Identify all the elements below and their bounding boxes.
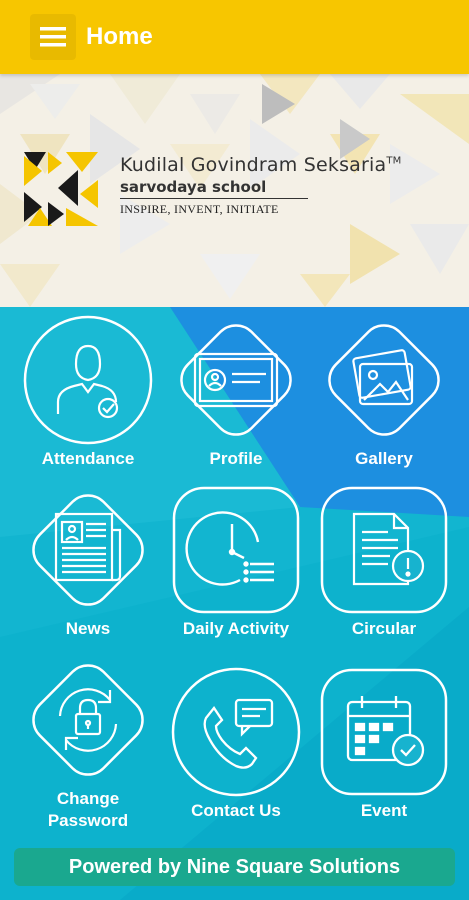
school-subtitle: sarvodaya school bbox=[120, 178, 308, 199]
calendar-check-icon bbox=[346, 696, 425, 767]
tile-circular[interactable] bbox=[318, 484, 450, 616]
tile-news-label: News bbox=[65, 619, 111, 638]
school-logo-text: Kudilal Govindram SeksariaTM sarvodaya s… bbox=[120, 154, 401, 217]
hamburger-menu-icon bbox=[40, 27, 66, 47]
tile-change-password-frame bbox=[32, 664, 144, 776]
tile-change-password-label: Change Password bbox=[13, 788, 163, 832]
tile-daily-activity[interactable] bbox=[170, 484, 302, 616]
user-check-icon bbox=[56, 344, 119, 419]
school-name-text: Kudilal Govindram Seksaria bbox=[120, 154, 387, 176]
tile-change-password-label-line1: Change bbox=[56, 789, 120, 808]
tile-contact-us-frame bbox=[171, 667, 301, 797]
newspaper-icon bbox=[54, 512, 122, 582]
tile-event-frame bbox=[320, 668, 448, 796]
clock-list-icon bbox=[185, 511, 274, 586]
menu-button[interactable] bbox=[30, 14, 76, 60]
tile-change-password-label-line2: Password bbox=[47, 811, 129, 830]
trademark: TM bbox=[386, 155, 402, 167]
tile-contact-us[interactable] bbox=[170, 666, 302, 798]
tile-daily-activity-frame bbox=[172, 486, 300, 614]
school-tagline: INSPIRE, INVENT, INITIATE bbox=[120, 202, 279, 216]
school-banner: Kudilal Govindram SeksariaTM sarvodaya s… bbox=[0, 74, 469, 307]
app-bar: Home bbox=[0, 0, 469, 74]
tile-attendance[interactable] bbox=[22, 314, 154, 446]
tile-attendance-frame bbox=[23, 315, 153, 445]
tile-daily-activity-label: Daily Activity bbox=[182, 619, 290, 638]
tile-event[interactable] bbox=[318, 666, 450, 798]
tile-contact-us-label: Contact Us bbox=[191, 801, 281, 820]
id-card-icon bbox=[193, 352, 279, 408]
phone-chat-icon bbox=[203, 698, 274, 769]
page-title: Home bbox=[86, 23, 153, 50]
photos-icon bbox=[352, 349, 414, 406]
tile-gallery[interactable] bbox=[318, 314, 450, 446]
document-alert-icon bbox=[352, 512, 425, 586]
tile-gallery-label: Gallery bbox=[355, 449, 413, 468]
school-name: Kudilal Govindram SeksariaTM bbox=[120, 154, 401, 176]
tile-event-label: Event bbox=[360, 801, 408, 820]
tile-profile-frame bbox=[180, 324, 292, 436]
school-logo-icon bbox=[24, 152, 98, 226]
tile-circular-frame bbox=[320, 486, 448, 614]
tile-news-frame bbox=[32, 494, 144, 606]
tile-news[interactable] bbox=[22, 484, 154, 616]
lock-refresh-icon bbox=[58, 688, 118, 752]
tile-circular-label: Circular bbox=[351, 619, 417, 638]
school-logo-row: Kudilal Govindram SeksariaTM sarvodaya s… bbox=[22, 150, 401, 228]
tile-change-password[interactable] bbox=[22, 654, 154, 786]
tile-profile-label: Profile bbox=[209, 449, 263, 468]
tile-profile[interactable] bbox=[170, 314, 302, 446]
tile-attendance-label: Attendance bbox=[41, 449, 135, 468]
powered-by-footer: Powered by Nine Square Solutions bbox=[14, 848, 455, 886]
tile-gallery-frame bbox=[328, 324, 440, 436]
